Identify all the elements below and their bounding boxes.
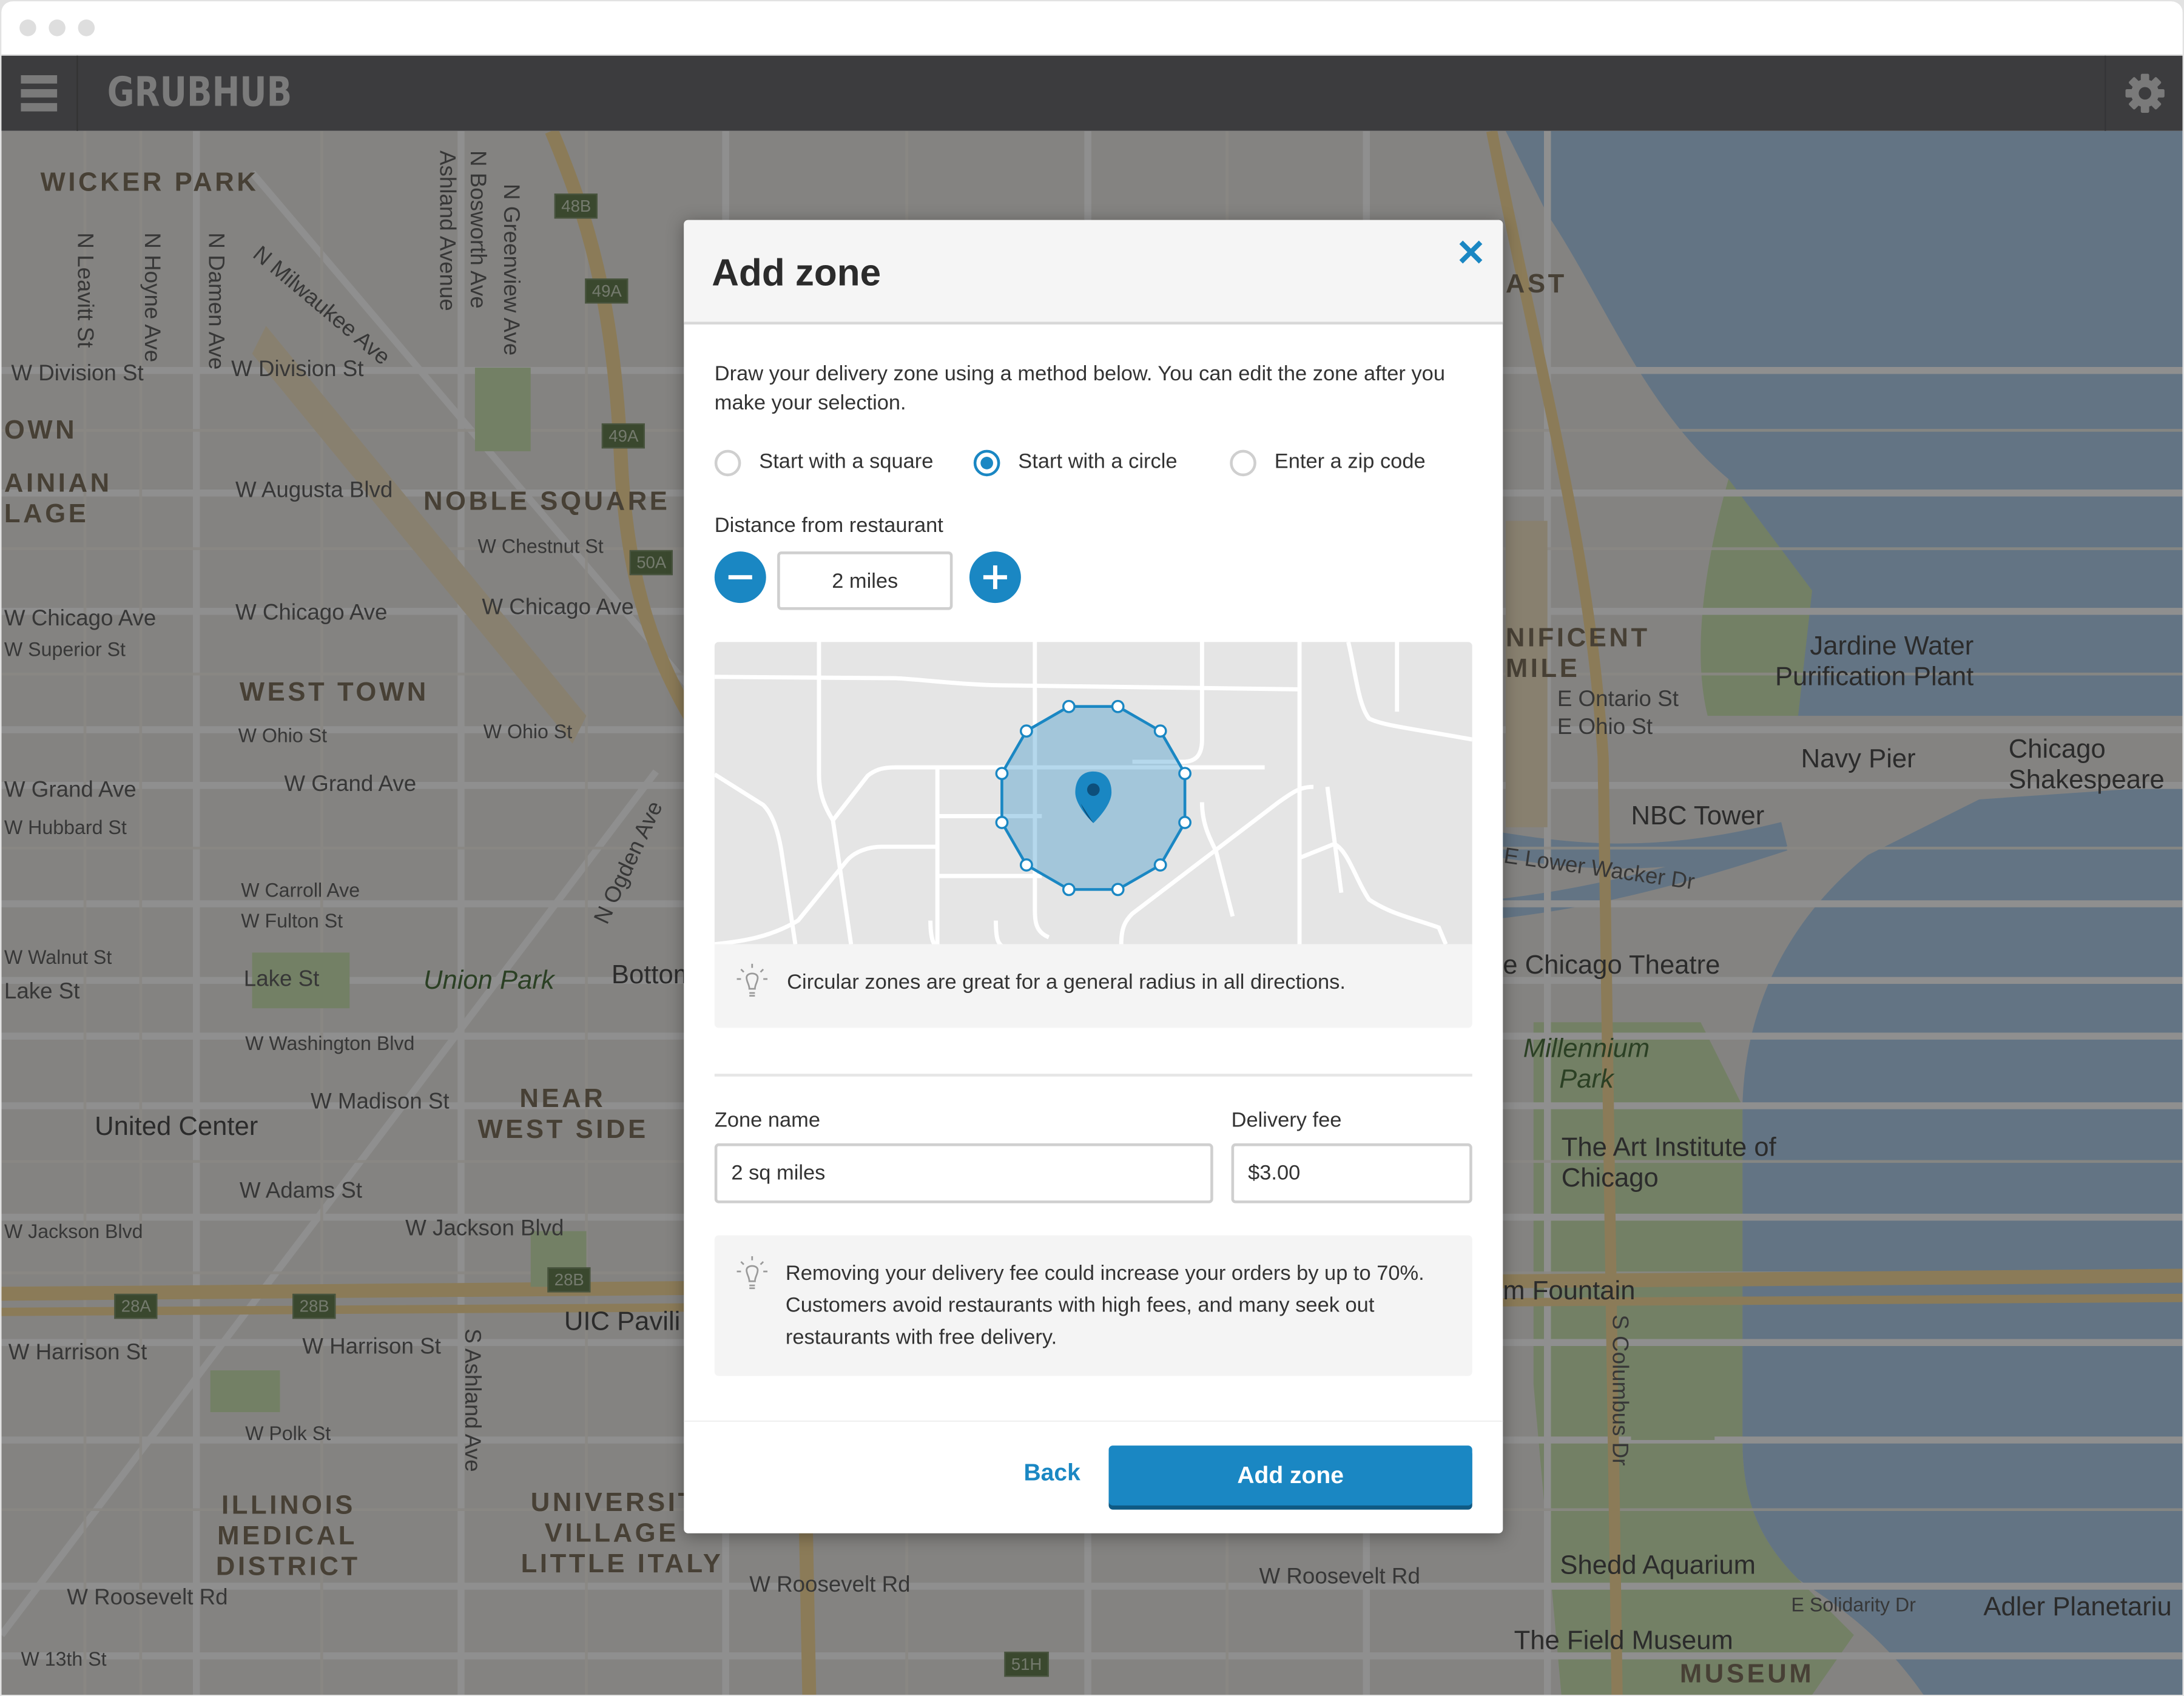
delivery-fee-tip-text: Removing your delivery fee could increas… — [785, 1262, 1424, 1350]
zone-name-label: Zone name — [714, 1108, 821, 1132]
delivery-fee-input[interactable] — [1231, 1143, 1472, 1203]
window-close-button[interactable] — [19, 19, 36, 36]
distance-label: Distance from restaurant — [714, 514, 943, 538]
close-icon — [1459, 240, 1483, 264]
settings-button[interactable] — [2105, 55, 2183, 131]
window-maximize-button[interactable] — [78, 19, 95, 36]
plus-icon-stroke — [993, 565, 997, 590]
zone-vertex-handle[interactable] — [1019, 858, 1033, 872]
zone-vertex-handle[interactable] — [1111, 883, 1125, 897]
add-zone-button[interactable]: Add zone — [1108, 1445, 1472, 1506]
zone-vertex-handle[interactable] — [1178, 767, 1191, 781]
modal-header: Add zone — [684, 220, 1503, 325]
radio-label: Enter a zip code — [1274, 449, 1426, 474]
grubhub-logo: GRUBHUB — [107, 68, 292, 116]
radio-label: Start with a circle — [1018, 449, 1178, 474]
delivery-fee-tip: Removing your delivery fee could increas… — [714, 1235, 1472, 1376]
hamburger-menu-icon-bar — [21, 103, 58, 112]
window-titlebar — [1, 1, 2183, 56]
close-button[interactable] — [1453, 234, 1489, 271]
lightbulb-icon — [736, 1256, 768, 1290]
screen: GRUBHUB Add zone Draw your delivery zone… — [0, 0, 2184, 1696]
decrease-distance-button[interactable] — [714, 551, 766, 604]
zone-vertex-handle[interactable] — [1153, 858, 1167, 872]
zone-name-input[interactable] — [714, 1143, 1213, 1203]
zone-vertex-handle[interactable] — [995, 816, 1009, 829]
zone-vertex-handle[interactable] — [1019, 724, 1033, 738]
hamburger-menu-icon-bar — [21, 89, 58, 98]
section-divider — [714, 1074, 1472, 1077]
browser-window: GRUBHUB Add zone Draw your delivery zone… — [1, 1, 2183, 1695]
preview-tip-text: Circular zones are great for a general r… — [787, 971, 1346, 995]
minus-icon — [728, 575, 752, 580]
radio-button[interactable] — [714, 449, 741, 477]
increase-distance-button[interactable] — [969, 551, 1021, 604]
lightbulb-icon — [736, 963, 768, 997]
zone-vertex-handle[interactable] — [1062, 883, 1076, 897]
radio-button[interactable] — [1230, 449, 1256, 477]
zone-vertex-handle[interactable] — [1153, 724, 1167, 738]
delivery-fee-label: Delivery fee — [1231, 1108, 1342, 1132]
zone-preview-panel: Circular zones are great for a general r… — [714, 642, 1472, 1028]
hamburger-menu-icon — [21, 75, 58, 84]
modal-footer-divider — [684, 1420, 1503, 1422]
zone-vertex-handle[interactable] — [1111, 699, 1125, 713]
window-minimize-button[interactable] — [49, 19, 66, 36]
zone-vertex-handle[interactable] — [1178, 816, 1191, 829]
menu-button[interactable] — [1, 55, 78, 131]
zone-preview-map[interactable] — [714, 642, 1472, 944]
radio-label: Start with a square — [759, 449, 934, 474]
add-zone-modal: Add zone Draw your delivery zone using a… — [684, 220, 1503, 1533]
back-button[interactable]: Back — [1023, 1459, 1080, 1487]
radio-button[interactable] — [973, 449, 1000, 477]
modal-intro-text: Draw your delivery zone using a method b… — [714, 362, 1445, 416]
distance-input[interactable] — [777, 551, 953, 610]
modal-title: Add zone — [712, 252, 881, 294]
zone-vertex-handle[interactable] — [995, 767, 1009, 781]
gear-icon — [2125, 73, 2165, 113]
app-header: GRUBHUB — [1, 55, 2183, 131]
zone-vertex-handle[interactable] — [1062, 699, 1076, 713]
